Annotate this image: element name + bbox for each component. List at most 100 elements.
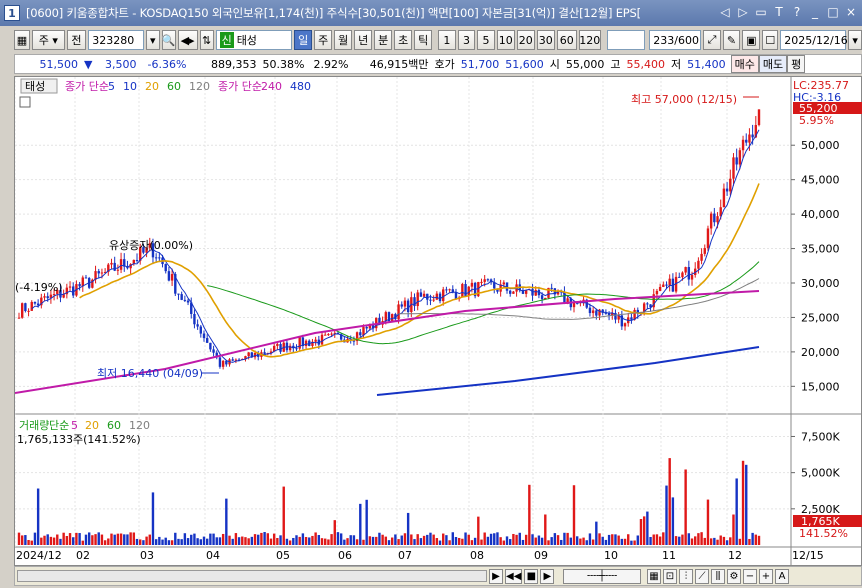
interval-10[interactable]: 10 bbox=[496, 30, 515, 50]
period-minute[interactable]: 분 bbox=[374, 30, 393, 50]
eval-button[interactable]: 평 bbox=[787, 55, 806, 73]
search-icon[interactable]: 🔍 bbox=[161, 30, 176, 50]
candle-body bbox=[658, 286, 662, 291]
period-week[interactable]: 주 bbox=[314, 30, 333, 50]
interval-3[interactable]: 3 bbox=[457, 30, 476, 50]
interval-5[interactable]: 5 bbox=[477, 30, 495, 50]
next-window-icon[interactable]: ▷ bbox=[736, 4, 750, 20]
count-field[interactable]: 233/600 bbox=[649, 30, 702, 50]
close-icon[interactable]: × bbox=[844, 4, 858, 20]
prev-button[interactable]: 전 bbox=[66, 30, 87, 50]
prev-window-icon[interactable]: ◁ bbox=[718, 4, 732, 20]
volume-bar bbox=[668, 458, 671, 545]
bar-toggle-icon[interactable]: ⫼ bbox=[711, 569, 725, 584]
volume-bar bbox=[655, 534, 659, 545]
volume-bar bbox=[113, 534, 116, 545]
date-checkbox[interactable]: ☐ bbox=[762, 30, 779, 50]
interval-60[interactable]: 60 bbox=[556, 30, 577, 50]
volume-bar bbox=[588, 533, 592, 545]
candle-body bbox=[314, 339, 317, 342]
indicator-icon[interactable]: ⤢ bbox=[703, 30, 721, 50]
volume-bar bbox=[333, 520, 336, 545]
period-year[interactable]: 년 bbox=[354, 30, 373, 50]
volume-bar bbox=[585, 540, 588, 545]
period-month[interactable]: 월 bbox=[334, 30, 353, 50]
rewind-icon[interactable]: ◀◀ bbox=[505, 569, 523, 584]
sound-icon[interactable]: ◀▸ bbox=[177, 30, 198, 50]
forward-icon[interactable]: ▶ bbox=[540, 569, 555, 584]
period-day[interactable]: 일 bbox=[294, 30, 313, 50]
buy-button[interactable]: 매수 bbox=[730, 55, 759, 73]
interval-1[interactable]: 1 bbox=[438, 30, 456, 50]
volume-tick-label: 7,500K bbox=[801, 430, 840, 443]
candle-body bbox=[177, 293, 180, 295]
font-size-icon[interactable]: A bbox=[775, 569, 789, 584]
price-tick-label: 20,000 bbox=[801, 346, 840, 359]
candle-body bbox=[84, 277, 88, 279]
minimize-icon[interactable]: _ bbox=[808, 4, 822, 20]
candle-body bbox=[384, 312, 388, 322]
candle-body bbox=[662, 284, 665, 287]
sell-button[interactable]: 매도 bbox=[758, 55, 788, 73]
calendar-dropdown-icon[interactable]: ▾ bbox=[848, 30, 862, 50]
custom-interval-input[interactable] bbox=[606, 30, 646, 50]
interval-120[interactable]: 120 bbox=[578, 30, 601, 50]
interval-30[interactable]: 30 bbox=[536, 30, 555, 50]
quote-volume: 889,353 bbox=[210, 57, 257, 71]
interval-20[interactable]: 20 bbox=[516, 30, 535, 50]
volume-bar bbox=[741, 460, 745, 545]
panel-grid-icon[interactable] bbox=[19, 96, 31, 108]
layout-icon[interactable]: ▭ bbox=[754, 4, 768, 20]
volume-bar bbox=[241, 536, 244, 545]
date-input[interactable]: 2025/12/16 bbox=[780, 30, 848, 50]
candle-body bbox=[512, 291, 515, 294]
price-volume-chart[interactable]: 50,000 45,000 40,000 35,000 30,000 25,000 20,0… bbox=[14, 77, 862, 567]
volume-bar bbox=[266, 533, 269, 545]
settings-icon[interactable]: ⚙ bbox=[727, 569, 741, 584]
price-tick-label: 30,000 bbox=[801, 277, 840, 290]
volume-bar bbox=[563, 532, 566, 545]
chart-scrollbar[interactable]: ▶ ◀◀ ■ ▶ ╌╌┼╌╌ ▦ ⊡ ⫶ ⟋ ⫼ ⚙ − + A bbox=[14, 566, 862, 586]
zoom-out-icon[interactable]: − bbox=[743, 569, 757, 584]
grid-icon[interactable]: ▦ bbox=[14, 30, 30, 50]
fit-icon[interactable]: ⊡ bbox=[663, 569, 677, 584]
zoom-in-icon[interactable]: + bbox=[759, 569, 773, 584]
volume-tick-label: 2,500K bbox=[801, 503, 840, 516]
line-toggle-icon[interactable]: ⟋ bbox=[695, 569, 709, 584]
volume-bar bbox=[694, 536, 697, 545]
volume-bar bbox=[324, 538, 327, 545]
candle-body bbox=[572, 302, 576, 308]
candle-body bbox=[24, 303, 27, 312]
period-second[interactable]: 초 bbox=[394, 30, 413, 50]
stock-name-field[interactable]: 신 태성 bbox=[215, 30, 293, 50]
candle-toggle-icon[interactable]: ⫶ bbox=[679, 569, 693, 584]
play-icon[interactable]: ▶ bbox=[489, 569, 503, 584]
scroll-thumb[interactable] bbox=[17, 570, 487, 582]
volume-bar bbox=[327, 539, 330, 545]
text-icon[interactable]: T bbox=[772, 4, 786, 20]
zoom-slider[interactable]: ╌╌┼╌╌ bbox=[563, 569, 643, 584]
help-icon[interactable]: ? bbox=[790, 4, 804, 20]
up-down-icon[interactable]: ⇅ bbox=[199, 30, 214, 50]
volume-bar bbox=[362, 539, 365, 545]
quote-change-pct: -6.36% bbox=[147, 57, 187, 71]
candle-body bbox=[655, 290, 659, 295]
maximize-icon[interactable]: □ bbox=[826, 4, 840, 20]
volume-bar bbox=[515, 534, 518, 545]
code-dropdown-icon[interactable]: ▾ bbox=[145, 30, 160, 50]
candle-body bbox=[390, 314, 394, 322]
stock-code-input[interactable]: 323280 bbox=[88, 30, 144, 50]
candle-body bbox=[33, 301, 37, 304]
volume-bar bbox=[100, 534, 104, 545]
candle-body bbox=[330, 333, 333, 335]
mode-select[interactable]: 주 ▾ bbox=[32, 30, 65, 50]
chart-settings-icon[interactable]: ✎ bbox=[722, 30, 741, 50]
period-tick[interactable]: 틱 bbox=[414, 30, 433, 50]
volume-bar bbox=[649, 536, 652, 545]
candle-body bbox=[81, 277, 84, 287]
volume-bar bbox=[84, 534, 88, 545]
chart-area[interactable]: 50,000 45,000 40,000 35,000 30,000 25,000 20,0… bbox=[14, 76, 862, 567]
stop-icon[interactable]: ■ bbox=[524, 569, 539, 584]
grid-toggle-icon[interactable]: ▦ bbox=[647, 569, 661, 584]
save-icon[interactable]: ▣ bbox=[742, 30, 761, 50]
